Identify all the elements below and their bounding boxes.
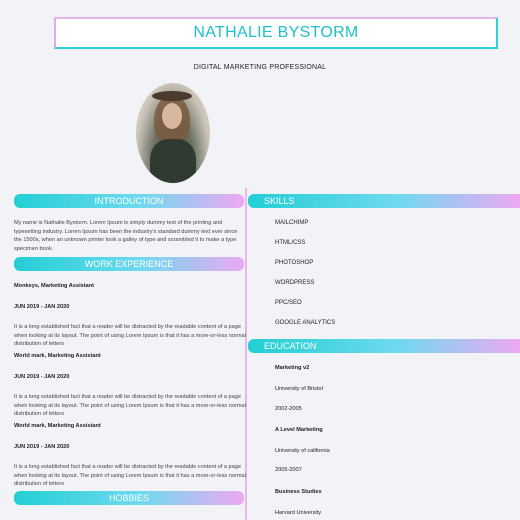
skill-item: WORDPRESS xyxy=(275,280,315,286)
skill-item: MAILCHIMP xyxy=(275,220,309,226)
work-description: It is a long established fact that a rea… xyxy=(14,394,246,418)
name-banner: NATHALIE BYSTORM xyxy=(54,17,498,49)
work-experience-heading: WORK EXPERIENCE xyxy=(14,257,244,271)
education-degree: Marketing v2 xyxy=(275,365,310,371)
education-school: University of Bristol xyxy=(275,386,323,392)
education-dates: 2002-2005 xyxy=(275,406,302,412)
work-role: World mark, Marketing Assistant xyxy=(14,423,101,429)
education-degree: A Level Marketing xyxy=(275,427,323,433)
education-dates: 2005-2007 xyxy=(275,467,302,473)
work-description: It is a long established fact that a rea… xyxy=(14,324,246,348)
work-dates: JUN 2019 - JAN 2020 xyxy=(14,304,70,310)
work-dates: JUN 2019 - JAN 2020 xyxy=(14,374,70,380)
skill-item: GOOGLE ANALYTICS xyxy=(275,320,336,326)
introduction-text: My name is Nathalie Bystorm. Lorem Ipsum… xyxy=(14,220,238,252)
education-school: University of california xyxy=(275,448,330,454)
hobbies-heading: HOBBIES xyxy=(14,491,244,505)
education-degree: Business Studies xyxy=(275,489,322,495)
work-role: World mark, Marketing Assistant xyxy=(14,353,101,359)
work-role: Monkeys, Marketing Assistant xyxy=(14,283,94,289)
skill-item: PHOTOSHOP xyxy=(275,260,314,266)
job-title: DIGITAL MARKETING PROFESSIONAL xyxy=(193,64,327,71)
profile-photo xyxy=(136,83,210,183)
skill-item: PPC/SEO xyxy=(275,300,302,306)
skills-heading: SKILLS xyxy=(248,194,520,208)
education-heading: EDUCATION xyxy=(248,339,520,353)
skill-item: HTML/CSS xyxy=(275,240,306,246)
person-name: NATHALIE BYSTORM xyxy=(193,24,359,41)
work-dates: JUN 2019 - JAN 2020 xyxy=(14,444,70,450)
introduction-heading: INTRODUCTION xyxy=(14,194,244,208)
work-description: It is a long established fact that a rea… xyxy=(14,464,246,488)
education-school: Harvard University xyxy=(275,510,322,516)
